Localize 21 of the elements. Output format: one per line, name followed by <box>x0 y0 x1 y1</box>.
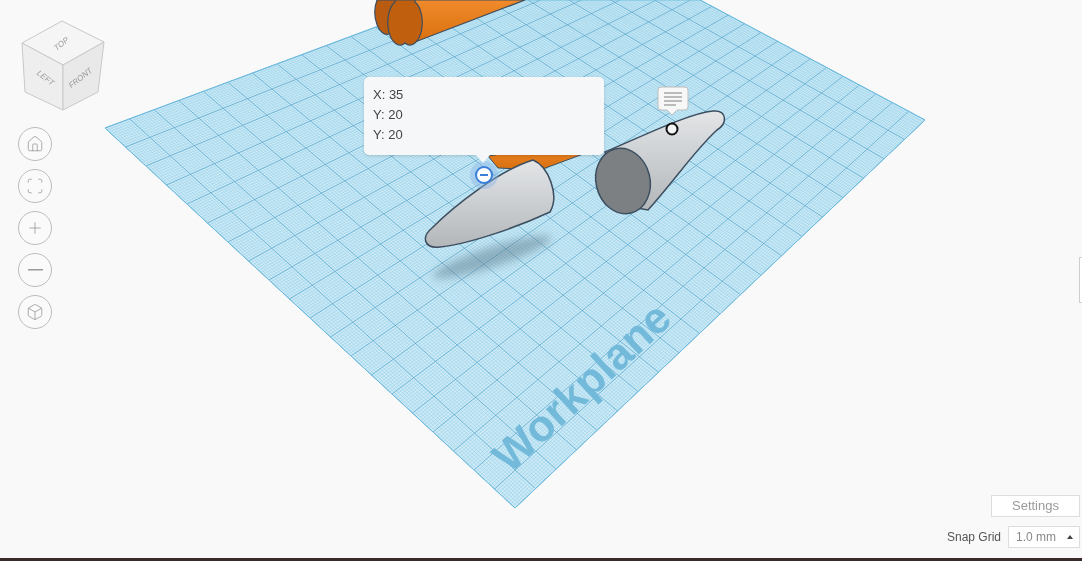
side-panel-tab[interactable] <box>1079 257 1082 303</box>
ring-handle[interactable] <box>665 122 679 136</box>
home-icon <box>26 135 44 153</box>
coordinate-text: Y: 20 <box>373 126 403 144</box>
corners-icon <box>26 177 44 195</box>
zoom-in-button[interactable] <box>18 211 52 245</box>
coordinate-text: Y: 20 <box>373 106 403 124</box>
perspective-button[interactable] <box>18 295 52 329</box>
snap-grid-dropdown[interactable]: 1.0 mm <box>1008 526 1080 548</box>
plus-icon <box>26 219 44 237</box>
snap-grid-label: Snap Grid <box>946 529 1001 546</box>
home-button[interactable] <box>18 127 52 161</box>
minus-icon <box>27 269 43 271</box>
caret-up-icon <box>1067 535 1073 539</box>
cube-icon <box>26 303 44 321</box>
settings-button[interactable]: Settings <box>991 495 1080 517</box>
zoom-out-button[interactable] <box>18 253 52 287</box>
view-cube-face[interactable]: TOP <box>21 20 105 66</box>
coordinate-text: X: 35 <box>373 86 404 104</box>
minus-handle[interactable] <box>470 161 498 189</box>
fit-view-button[interactable] <box>18 169 52 203</box>
